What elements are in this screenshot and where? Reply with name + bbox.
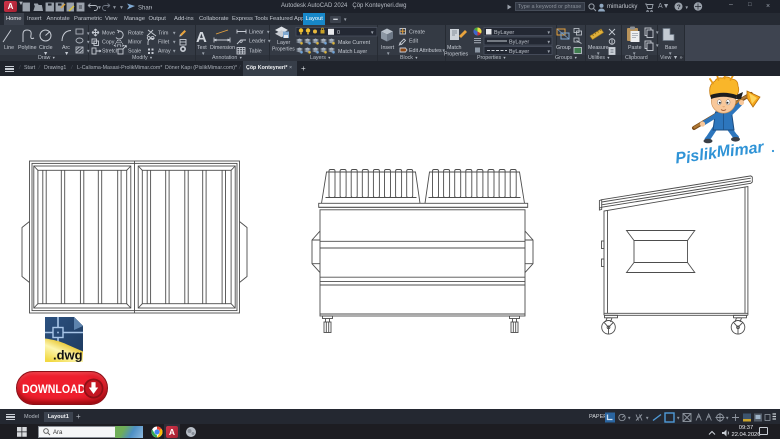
svg-text:Edit: Edit [409, 39, 419, 45]
svg-text:▼: ▼ [172, 31, 176, 36]
svg-text:Linear: Linear [249, 30, 264, 36]
svg-text:▼: ▼ [86, 31, 90, 36]
svg-text:PislikMimar: PislikMimar [674, 140, 765, 168]
svg-text:▼: ▼ [43, 51, 48, 57]
svg-text:Properties: Properties [444, 52, 468, 58]
svg-text:▼: ▼ [86, 40, 90, 45]
svg-text:Table: Table [249, 49, 262, 55]
svg-text:▼: ▼ [172, 40, 176, 45]
svg-text:ByLayer: ByLayer [494, 30, 514, 36]
svg-text:▼: ▼ [725, 416, 729, 421]
svg-text:▼: ▼ [655, 43, 659, 48]
svg-text:Polyline: Polyline [18, 45, 37, 51]
svg-text:Trim: Trim [158, 31, 169, 37]
svg-text:Mirror: Mirror [128, 40, 142, 46]
svg-text:▼: ▼ [172, 49, 176, 54]
svg-text:▼: ▼ [676, 416, 680, 421]
svg-text:Line: Line [4, 45, 14, 51]
svg-text:▼: ▼ [370, 30, 374, 35]
svg-text:Copy: Copy [102, 40, 115, 46]
svg-text:▼: ▼ [596, 51, 600, 56]
svg-text:▼: ▼ [645, 416, 649, 421]
svg-text:Layer: Layer [277, 40, 290, 46]
svg-text:Create: Create [409, 30, 425, 36]
svg-text:Rotate: Rotate [128, 31, 144, 37]
svg-text:A: A [196, 29, 207, 46]
svg-text:▼: ▼ [685, 5, 689, 10]
svg-text:▼: ▼ [119, 5, 124, 11]
svg-text:Dimension: Dimension [210, 45, 235, 51]
svg-text:▼: ▼ [267, 39, 271, 44]
svg-text:▼: ▼ [632, 51, 636, 56]
svg-text:.dwg: .dwg [53, 348, 83, 363]
svg-text:Share: Share [138, 6, 152, 12]
svg-text:▼: ▼ [668, 51, 672, 56]
svg-text:▼: ▼ [627, 416, 631, 421]
svg-text:Fillet: Fillet [158, 40, 170, 46]
svg-text:▼: ▼ [547, 30, 551, 35]
svg-text:Scale: Scale [128, 49, 141, 55]
svg-text:ByLayer: ByLayer [509, 49, 529, 55]
svg-text:Group: Group [556, 45, 571, 51]
svg-text:0: 0 [337, 30, 340, 36]
svg-text:▼: ▼ [655, 30, 659, 35]
svg-text:Properties: Properties [272, 47, 295, 53]
svg-text:ByLayer: ByLayer [509, 40, 529, 46]
svg-text:Edit Attributes: Edit Attributes [409, 48, 442, 54]
svg-text:▼: ▼ [201, 51, 205, 56]
svg-text:Make Current: Make Current [338, 40, 371, 46]
svg-text:Move: Move [102, 31, 115, 37]
svg-text:Match Layer: Match Layer [338, 49, 367, 55]
svg-text:▼: ▼ [386, 51, 390, 56]
svg-text:?: ? [677, 4, 681, 11]
svg-text:Match: Match [447, 45, 461, 51]
svg-text:▼: ▼ [64, 51, 69, 57]
svg-text:▼: ▼ [547, 49, 551, 54]
svg-text:▼: ▼ [266, 30, 270, 35]
svg-text:▼: ▼ [112, 5, 117, 11]
svg-text:Array: Array [158, 49, 171, 55]
svg-text:Leader: Leader [249, 39, 266, 45]
svg-text:▼: ▼ [97, 5, 102, 11]
svg-text:▼: ▼ [547, 40, 551, 45]
svg-text:Stretch: Stretch [102, 49, 119, 55]
svg-text:▼: ▼ [86, 49, 90, 54]
